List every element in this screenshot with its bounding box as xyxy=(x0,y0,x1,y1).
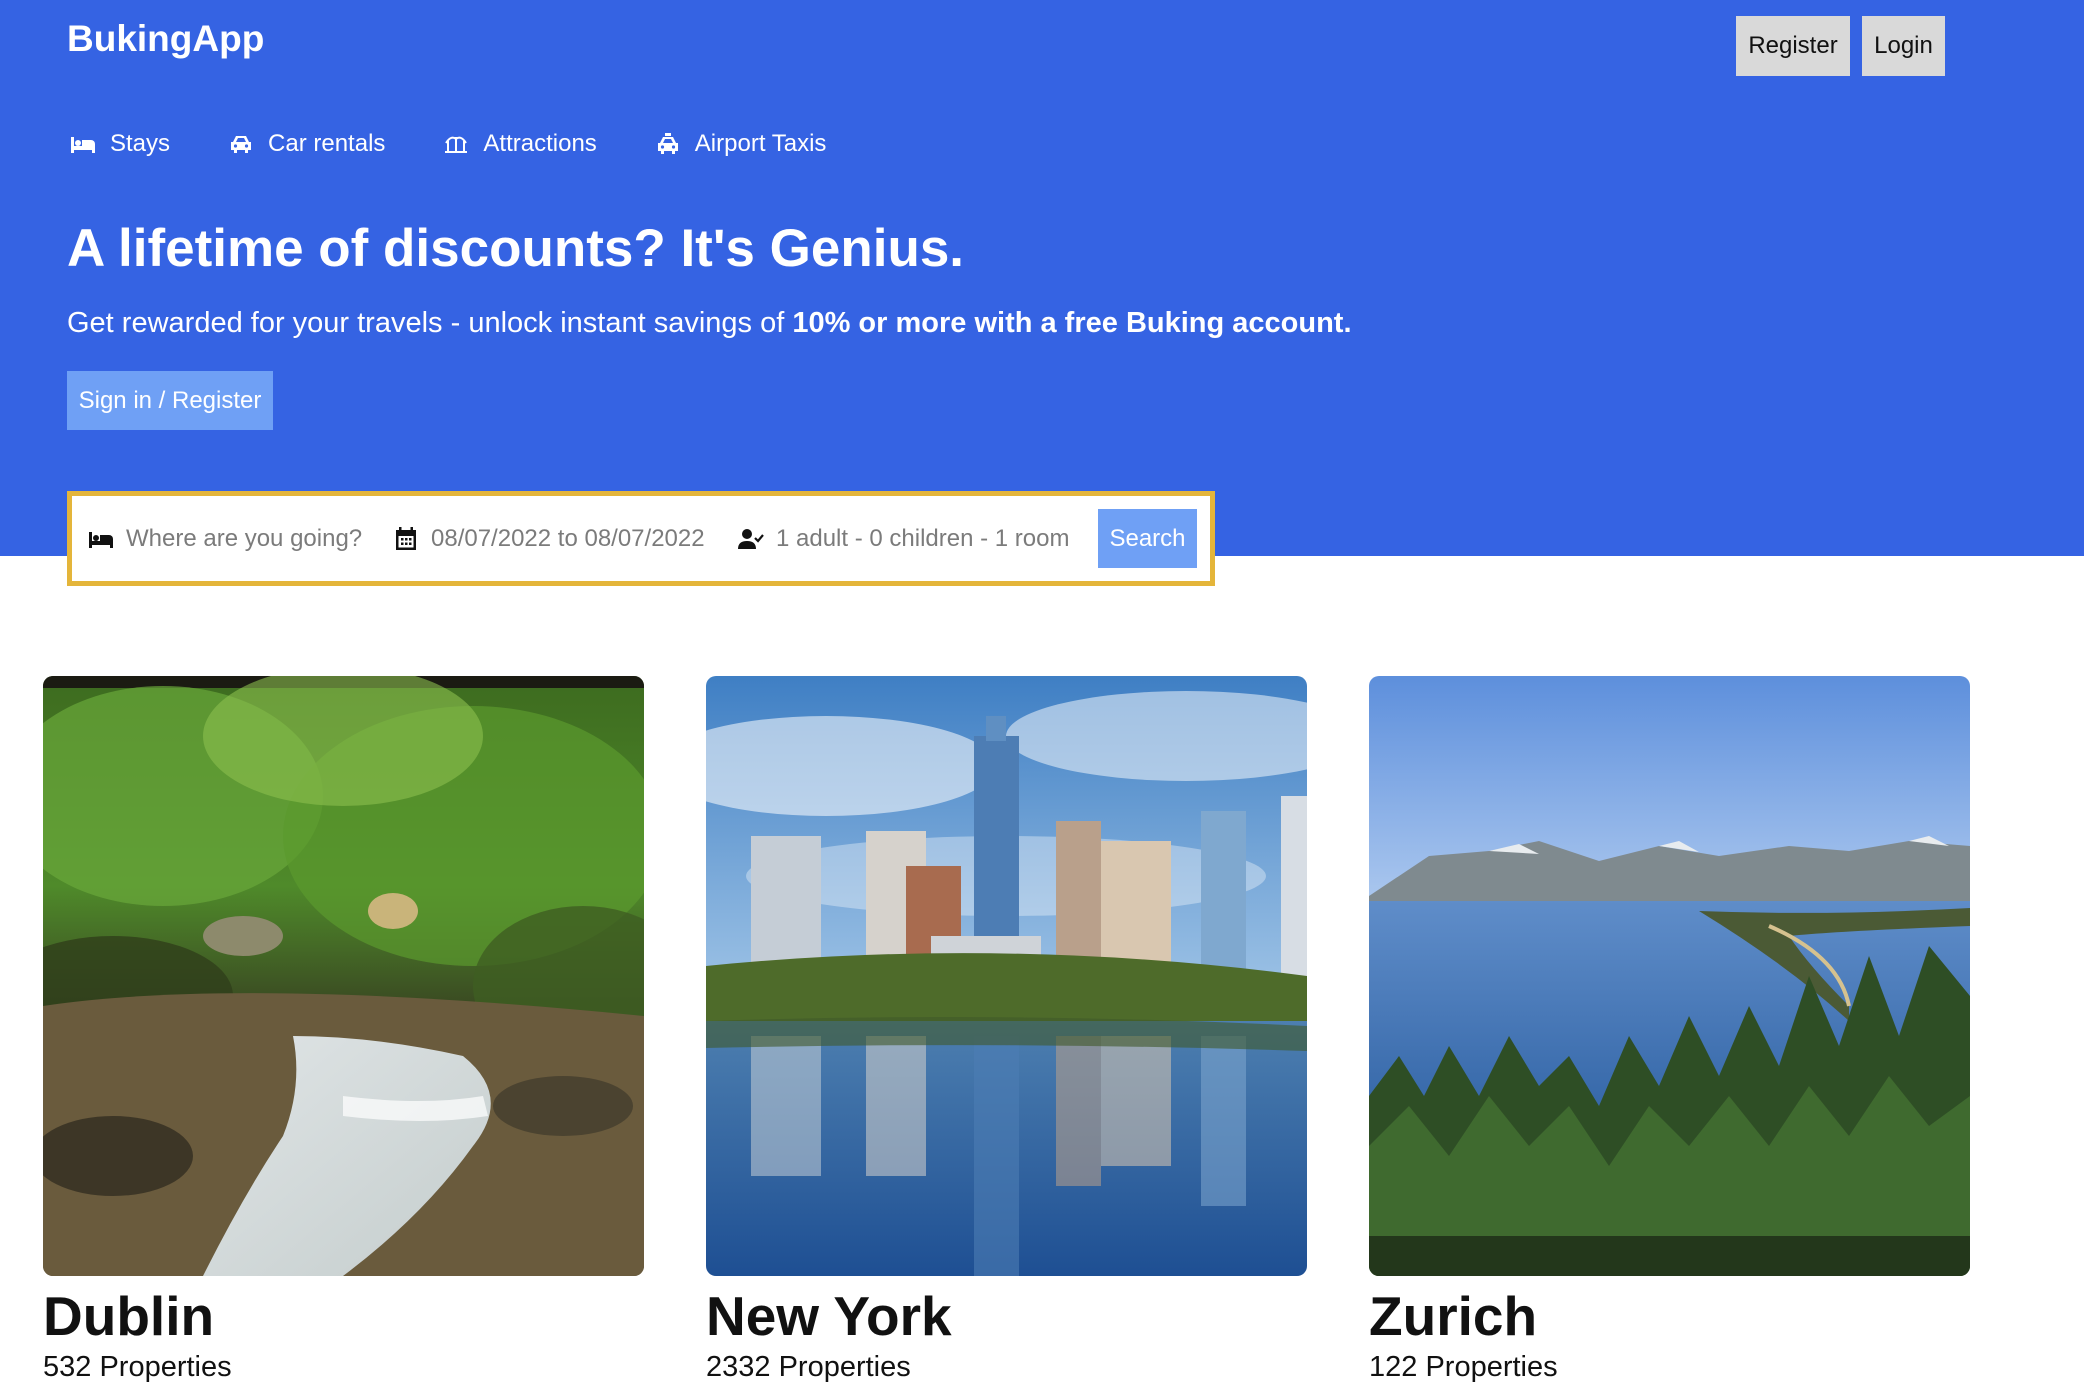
new-york-image[interactable] xyxy=(706,676,1307,1276)
nav-item-stays[interactable]: Stays xyxy=(70,130,170,158)
taxi-icon xyxy=(657,133,678,154)
search-bar: 08/07/2022 to 08/07/2022 1 adult - 0 chi… xyxy=(67,491,1215,586)
featured-card-zurich[interactable]: Zurich 122 Properties xyxy=(1369,676,1970,1384)
nav-item-attractions[interactable]: Attractions xyxy=(443,130,597,158)
card-properties-count: 122 Properties xyxy=(1369,1351,1558,1383)
card-title: New York xyxy=(706,1285,952,1347)
register-button[interactable]: Register xyxy=(1736,16,1850,76)
car-icon xyxy=(231,136,252,153)
featured-card-new-york[interactable]: New York 2332 Properties xyxy=(706,676,1307,1384)
main-nav: Stays Car rentals Attractions Airport Ta… xyxy=(70,130,826,158)
header-banner: BukingApp Register Login Stays Car renta… xyxy=(0,0,2084,556)
nav-item-label: Airport Taxis xyxy=(694,130,827,157)
destination-input[interactable] xyxy=(126,524,376,553)
zurich-image[interactable] xyxy=(1369,676,1970,1276)
nav-item-airport-taxis[interactable]: Airport Taxis xyxy=(655,130,827,158)
attractions-icon xyxy=(445,136,468,153)
card-properties-count: 2332 Properties xyxy=(706,1351,911,1383)
card-title: Zurich xyxy=(1369,1285,1538,1347)
app-logo[interactable]: BukingApp xyxy=(67,18,264,60)
card-title: Dublin xyxy=(43,1285,215,1347)
search-button[interactable]: Search xyxy=(1098,509,1197,568)
subline-text: Get rewarded for your travels - unlock i… xyxy=(67,307,793,339)
destination-field[interactable] xyxy=(88,524,393,553)
page-subheadline: Get rewarded for your travels - unlock i… xyxy=(67,307,1352,340)
date-range-field[interactable]: 08/07/2022 to 08/07/2022 xyxy=(393,525,738,553)
signin-register-button[interactable]: Sign in / Register xyxy=(67,371,273,430)
nav-item-label: Attractions xyxy=(483,130,597,157)
nav-item-car-rentals[interactable]: Car rentals xyxy=(228,130,385,158)
date-range-value: 08/07/2022 to 08/07/2022 xyxy=(431,524,705,552)
person-check-icon xyxy=(738,528,764,549)
subline-emphasis: 10% or more with a free Buking account. xyxy=(792,307,1352,339)
nav-item-label: Stays xyxy=(110,130,171,157)
calendar-icon xyxy=(396,526,416,550)
dublin-image[interactable] xyxy=(43,676,644,1276)
page-headline: A lifetime of discounts? It's Genius. xyxy=(67,219,965,278)
bed-icon xyxy=(71,137,95,153)
card-properties-count: 532 Properties xyxy=(43,1351,232,1383)
featured-card-dublin[interactable]: Dublin 532 Properties xyxy=(43,676,644,1384)
guests-value: 1 adult - 0 children - 1 room xyxy=(776,524,1070,552)
bed-icon xyxy=(89,531,113,548)
login-button[interactable]: Login xyxy=(1862,16,1945,76)
nav-item-label: Car rentals xyxy=(268,130,386,157)
guests-field[interactable]: 1 adult - 0 children - 1 room xyxy=(738,525,1098,553)
